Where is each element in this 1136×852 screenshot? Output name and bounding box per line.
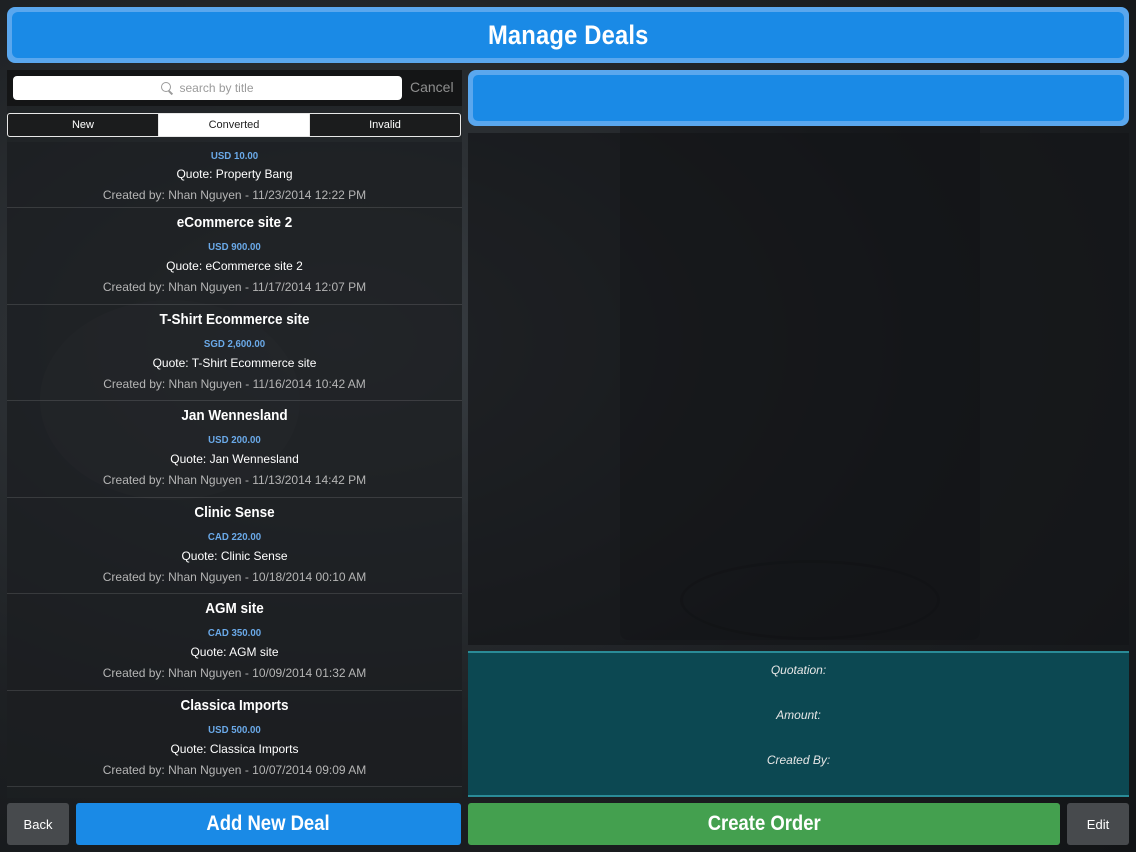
search-icon [161, 82, 173, 94]
deal-quote: Quote: Clinic Sense [181, 548, 288, 563]
search-input[interactable]: search by title [13, 76, 402, 100]
deal-created: Created by: Nhan Nguyen - 10/09/2014 01:… [102, 666, 367, 680]
deal-amount: USD 900.00 [208, 241, 261, 253]
deal-amount: SGD 2,600.00 [203, 337, 266, 350]
deal-amount: CAD 350.00 [207, 627, 262, 639]
search-bar: search by title Cancel [7, 70, 462, 106]
add-new-deal-label: Add New Deal [206, 812, 331, 835]
deal-quote: Quote: Jan Wennesland [170, 452, 299, 466]
detail-content-area [468, 133, 1129, 645]
edit-button[interactable]: Edit [1067, 803, 1129, 845]
search-placeholder: search by title [179, 81, 254, 95]
deal-title: Jan Wennesland [181, 407, 288, 424]
deal-quote: Quote: AGM site [190, 645, 279, 659]
deal-title: AGM site [205, 600, 264, 617]
app-header: Manage Deals [7, 7, 1129, 63]
tab-invalid[interactable]: Invalid [310, 114, 460, 136]
list-item[interactable]: Jan Wennesland USD 200.00 Quote: Jan Wen… [7, 401, 462, 498]
list-item[interactable]: T-Shirt Ecommerce site SGD 2,600.00 Quot… [7, 304, 462, 401]
deal-title: Clinic Sense [194, 503, 275, 521]
deal-list[interactable]: USD 10.00 Quote: Property Bang Created b… [7, 142, 462, 798]
list-item[interactable]: AGM site CAD 350.00 Quote: AGM site Crea… [7, 594, 462, 691]
deal-amount: CAD 220.00 [207, 530, 262, 543]
deal-amount: USD 500.00 [208, 723, 261, 736]
deal-title: eCommerce site 2 [176, 214, 293, 231]
deal-created: Created by: Nhan Nguyen - 11/16/2014 10:… [103, 376, 366, 391]
deal-quote: Quote: Property Bang [176, 167, 293, 181]
create-order-button[interactable]: Create Order [468, 803, 1060, 845]
deal-list-panel: search by title Cancel New Converted Inv… [7, 70, 462, 798]
deal-created: Created by: Nhan Nguyen - 11/23/2014 12:… [102, 188, 367, 202]
list-item[interactable]: USD 10.00 Quote: Property Bang Created b… [7, 142, 462, 208]
deal-amount: USD 10.00 [210, 150, 259, 162]
detail-header [468, 70, 1129, 126]
app-header-bar: Manage Deals [12, 12, 1124, 58]
deal-created: Created by: Nhan Nguyen - 11/13/2014 14:… [102, 473, 367, 487]
created-by-label: Created By: [766, 753, 831, 767]
amount-label: Amount: [776, 708, 821, 722]
deal-amount: USD 200.00 [208, 434, 261, 446]
deal-quote: Quote: T-Shirt Ecommerce site [152, 355, 317, 370]
create-order-label: Create Order [707, 812, 821, 835]
deal-info-panel: Quotation: Amount: Created By: [468, 651, 1129, 797]
tab-new[interactable]: New [8, 114, 159, 136]
cancel-button[interactable]: Cancel [410, 79, 454, 95]
deal-created: Created by: Nhan Nguyen - 11/17/2014 12:… [102, 280, 367, 294]
list-item[interactable]: Classica Imports USD 500.00 Quote: Class… [7, 690, 462, 787]
add-new-deal-button[interactable]: Add New Deal [76, 803, 461, 845]
list-item[interactable]: eCommerce site 2 USD 900.00 Quote: eComm… [7, 208, 462, 305]
back-button[interactable]: Back [7, 803, 69, 845]
deal-title: T-Shirt Ecommerce site [159, 310, 310, 328]
detail-header-bar [473, 75, 1124, 121]
deal-created: Created by: Nhan Nguyen - 10/07/2014 09:… [102, 762, 367, 777]
deal-quote: Quote: eCommerce site 2 [166, 259, 303, 273]
list-item[interactable]: Clinic Sense CAD 220.00 Quote: Clinic Se… [7, 497, 462, 594]
deal-title: Classica Imports [180, 696, 289, 714]
quotation-label: Quotation: [770, 663, 827, 677]
deal-created: Created by: Nhan Nguyen - 10/18/2014 00:… [102, 569, 367, 584]
page-title: Manage Deals [487, 19, 649, 50]
deal-quote: Quote: Classica Imports [170, 741, 299, 756]
tab-converted[interactable]: Converted [159, 114, 310, 136]
status-segmented-control: New Converted Invalid [7, 113, 461, 137]
